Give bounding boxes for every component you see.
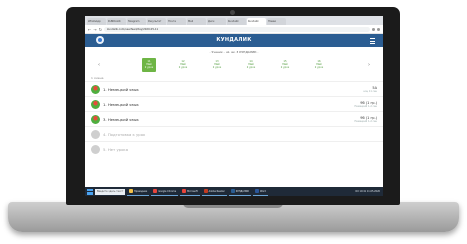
book-icon — [91, 99, 100, 109]
taskbar-item-label: Проводник — [134, 189, 148, 193]
taskbar-item[interactable]: Проводник — [127, 188, 150, 196]
back-icon[interactable]: ← — [88, 27, 91, 32]
day-cell[interactable]: 13 Май 2 урок — [210, 58, 224, 72]
section-label: 1 смена — [91, 76, 104, 80]
subject-row[interactable]: 1. Немецкий язык 5А ноц 11 сен — [85, 81, 383, 96]
screen: WhatsApp KUNDALIK Telegram Результат Почта Ma… — [85, 16, 383, 196]
day-cell[interactable]: 14 Май 2 урок — [244, 58, 258, 72]
taskbar-item-label: КУНДАЛИК — [235, 189, 249, 193]
browser-tab[interactable]: WhatsApp — [87, 18, 106, 25]
subject-name: 4. Подготовка к урок — [103, 131, 146, 137]
subject-name: 3. Немецкий язык — [103, 116, 139, 122]
day-label: 2 урок — [144, 66, 154, 70]
day-cell[interactable]: 15 Май 2 урок — [278, 58, 292, 72]
taskbar-item-label: Google Chrome — [158, 189, 177, 193]
subject-row[interactable]: 4. Подготовка к урок — [85, 126, 383, 141]
mark-note: Немецкий 1-2 сен — [354, 104, 378, 108]
menu-icon[interactable] — [370, 38, 375, 44]
windows-start-icon[interactable] — [87, 188, 93, 195]
forward-icon[interactable]: → — [93, 27, 96, 32]
taskbar-item[interactable]: Google Chrome — [151, 188, 179, 196]
day-label: 2 урок — [246, 66, 256, 70]
taskbar-item[interactable]: КУНДАЛИК — [228, 188, 251, 196]
subject-row[interactable]: 5. Нет урока — [85, 141, 383, 156]
extension-icon[interactable] — [372, 27, 375, 31]
browser-tab[interactable]: KUNDALIK — [107, 18, 126, 25]
browser-tab[interactable]: Новая — [267, 18, 286, 25]
taskbar-item-label: Adobe Reader — [208, 189, 225, 193]
taskbar-item-label: Microsoft — [187, 189, 198, 193]
browser-tab[interactable]: Диск — [207, 18, 226, 25]
browser-tab[interactable]: Почта — [167, 18, 186, 25]
app-icon — [203, 189, 208, 193]
app-icon — [129, 189, 133, 193]
profile-icon[interactable] — [377, 27, 380, 31]
student-name: Ученик - uz. av. 3 КУНДАЛИК — [211, 50, 257, 54]
subject-name: 1. Немецкий язык — [103, 101, 139, 107]
subject-list: 1. Немецкий язык 5А ноц 11 сен 1. Немецкий … — [85, 81, 383, 156]
browser-tab[interactable]: Telegram — [127, 18, 146, 25]
taskbar-item[interactable]: Word — [252, 188, 268, 196]
address-input[interactable]: kundalik.com/userfeed/day/2020-05-11 — [104, 26, 370, 32]
laptop-base — [8, 202, 459, 232]
subject-name: 1. Немецкий язык — [103, 86, 139, 92]
app-icon — [254, 189, 259, 193]
subject-row[interactable]: 3. Немецкий язык 9б (1 гр.) Немецкий 1-2 с… — [85, 111, 383, 126]
placeholder-icon — [91, 144, 100, 154]
subject-mark: 9б (1 гр.) Немецкий 1-2 сен — [355, 101, 378, 108]
mark-value: 9б (1 гр.) — [360, 115, 377, 120]
subject-name: 5. Нет урока — [103, 146, 129, 152]
browser-tab[interactable]: Mail — [187, 18, 206, 25]
day-cell[interactable]: 16 Май 2 урок — [312, 58, 326, 72]
browser-tab[interactable]: Результат — [147, 18, 166, 25]
day-label: 2 урок — [314, 66, 324, 70]
app-icon — [182, 189, 187, 193]
book-icon — [91, 84, 100, 94]
next-week-icon[interactable]: › — [365, 62, 373, 68]
subject-mark: 9б (1 гр.) Немецкий 1-2 сен — [355, 116, 378, 123]
day-label: 2 урок — [178, 66, 188, 70]
browser-tab-strip: WhatsApp KUNDALIK Telegram Результат Почта Ma… — [85, 16, 383, 25]
day-cell[interactable]: 11 Май 2 урок — [142, 58, 156, 72]
mark-value: 5А — [372, 85, 377, 90]
app-header: КУНДАЛИК — [85, 34, 383, 47]
reload-icon[interactable]: ↻ — [99, 27, 102, 32]
taskbar-search-input[interactable]: Введите здесь текст — [95, 188, 125, 195]
mark-value: 9б (1 гр.) — [360, 100, 377, 105]
day-cell[interactable]: 12 Май 2 урок — [176, 58, 190, 72]
day-label: 2 урок — [280, 66, 290, 70]
app-icon — [153, 189, 158, 193]
browser-tab[interactable]: Kundalik — [247, 18, 266, 25]
taskbar-item-label: Word — [259, 189, 266, 193]
placeholder-icon — [91, 129, 100, 139]
address-bar-row: ← → ↻ kundalik.com/userfeed/day/2020-05-… — [85, 25, 383, 34]
windows-taskbar: Введите здесь текст Проводник Google Chro… — [85, 187, 383, 196]
student-selector[interactable]: - Ученик - uz. av. 3 КУНДАЛИК - — [85, 50, 383, 54]
brand-title: КУНДАЛИК — [216, 37, 252, 43]
taskbar-item[interactable]: Microsoft — [180, 188, 200, 196]
subject-mark: 5А ноц 11 сен — [363, 86, 377, 93]
book-icon — [91, 114, 100, 124]
day-label: 2 урок — [212, 66, 222, 70]
webcam — [230, 10, 235, 15]
app-icon — [230, 189, 235, 193]
browser-tab[interactable]: Kundalik — [227, 18, 246, 25]
mark-note: Немецкий 1-2 сен — [354, 119, 378, 123]
taskbar-item[interactable]: Adobe Reader — [201, 188, 227, 196]
mark-note: ноц 11 сен — [363, 89, 377, 93]
prev-week-icon[interactable]: ‹ — [95, 62, 103, 68]
system-tray: RU 10:41 11.05.2020 — [355, 190, 380, 193]
subject-row[interactable]: 1. Немецкий язык 9б (1 гр.) Немецкий 1-2 с… — [85, 96, 383, 111]
day-picker: ‹ 11 Май 2 урок 12 Май 2 урок 13 Май 2 урок 14 Май… — [85, 57, 383, 73]
